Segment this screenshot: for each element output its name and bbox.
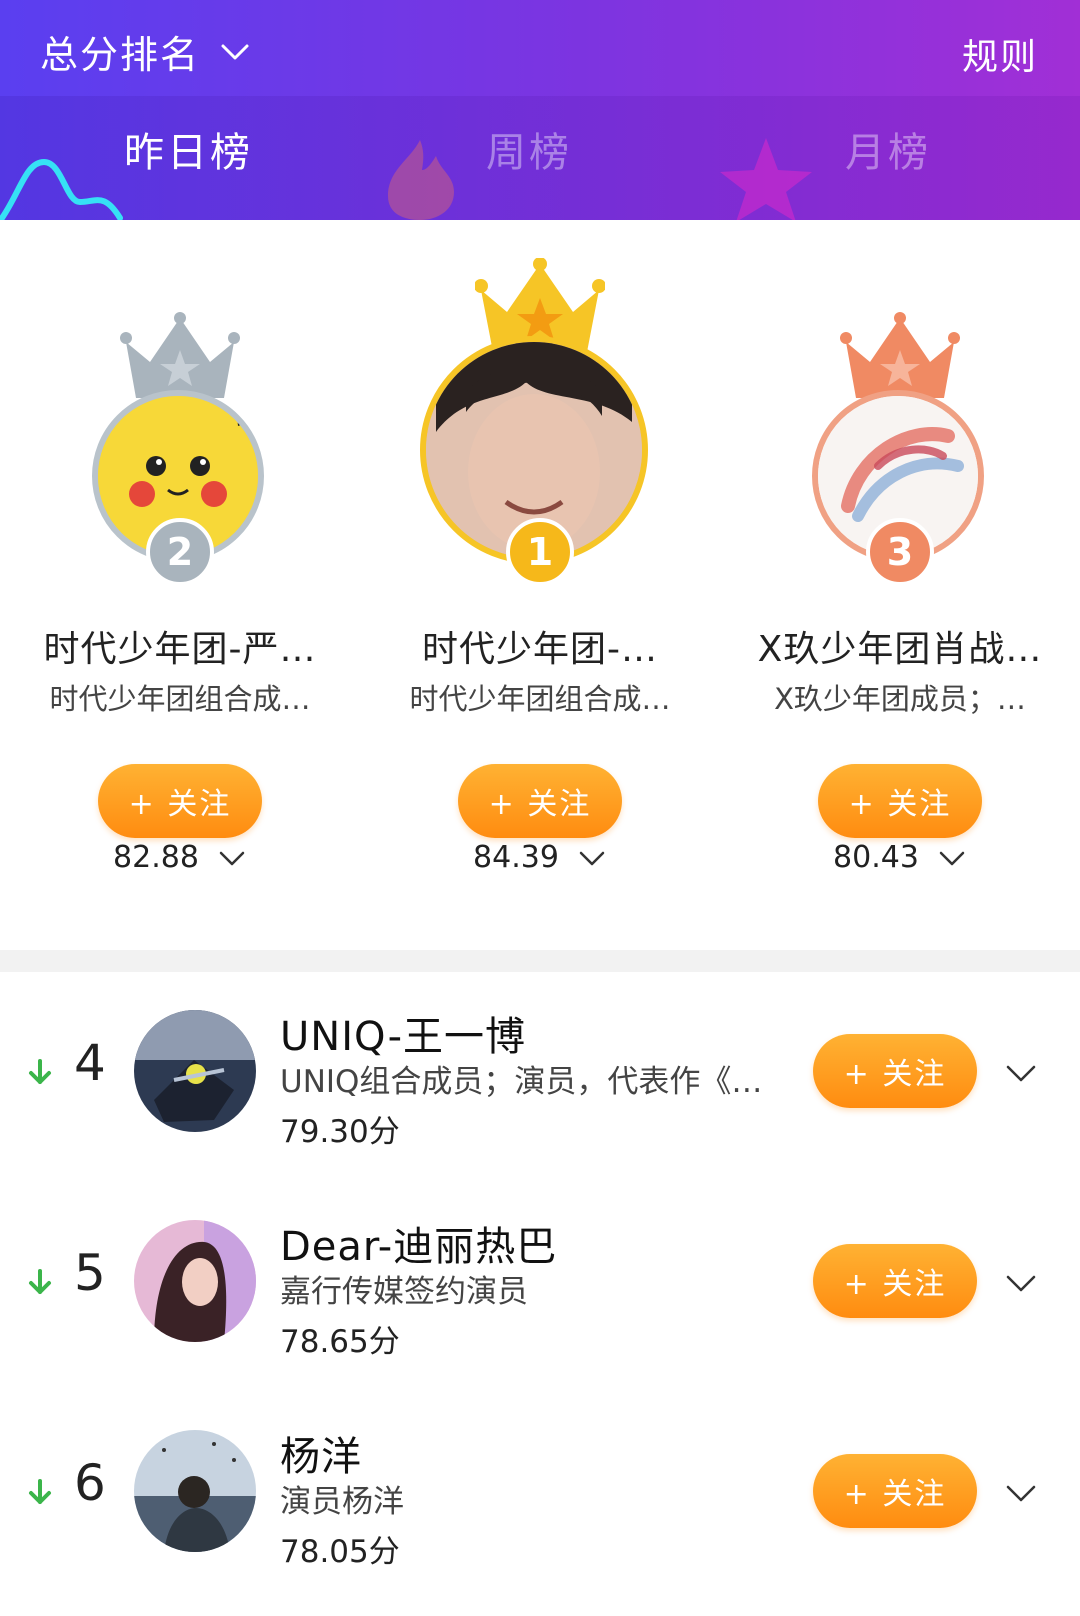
podium: 2 时代少年团-严… 时代少年团组合成… + 关注 82.88 1 时代少年团-…: [0, 220, 1080, 950]
sort-select[interactable]: 总分排名: [40, 24, 252, 79]
follow-button[interactable]: + 关注: [98, 764, 262, 838]
tab-yesterday[interactable]: 昨日榜: [124, 120, 253, 178]
row-name: Dear-迪丽热巴: [280, 1224, 558, 1270]
rank-number: 4: [74, 1034, 106, 1092]
rank-number: 5: [74, 1244, 106, 1302]
row-score: 78.05分: [280, 1534, 400, 1570]
chevron-down-icon: [219, 851, 245, 865]
rank-number: 6: [74, 1454, 106, 1512]
podium-name: 时代少年团-…: [422, 629, 658, 670]
tab-week[interactable]: 周榜: [486, 120, 572, 178]
header: 总分排名 规则 昨日榜 周榜 月榜: [0, 0, 1080, 220]
follow-button[interactable]: + 关注: [813, 1454, 977, 1528]
list-item[interactable]: 5 Dear-迪丽热巴 嘉行传媒签约演员 78.65分 + 关注: [0, 1200, 1080, 1410]
trend-down-icon: [29, 1059, 51, 1084]
list-item[interactable]: 4 UNIQ-王一博 UNIQ组合成员；演员，代表作《… 79.30分 + 关注: [0, 990, 1080, 1200]
podium-desc: 时代少年团组合成…: [49, 682, 311, 716]
follow-button[interactable]: + 关注: [813, 1034, 977, 1108]
row-name: UNIQ-王一博: [280, 1014, 527, 1060]
list-item[interactable]: 6 杨洋 演员杨洋 78.05分 + 关注: [0, 1410, 1080, 1616]
rules-link[interactable]: 规则: [962, 28, 1038, 80]
tab-month[interactable]: 月榜: [845, 120, 931, 178]
row-desc: 演员杨洋: [280, 1484, 404, 1520]
row-name: 杨洋: [280, 1434, 362, 1480]
score-value: 80.43: [833, 840, 919, 875]
chevron-down-icon: [579, 851, 605, 865]
trend-down-icon: [29, 1269, 51, 1294]
follow-button[interactable]: + 关注: [813, 1244, 977, 1318]
podium-name: 时代少年团-严…: [43, 629, 317, 670]
avatar[interactable]: [134, 1220, 256, 1342]
rank-medal: 3: [866, 518, 934, 586]
avatar[interactable]: [134, 1430, 256, 1552]
rank-medal: 1: [506, 518, 574, 586]
podium-desc: 时代少年团组合成…: [409, 682, 671, 716]
photo-avatar-icon: [134, 1220, 256, 1342]
chevron-down-icon: [939, 851, 965, 865]
podium-name: X玖少年团肖战…: [757, 629, 1043, 670]
follow-button[interactable]: + 关注: [458, 764, 622, 838]
score-row[interactable]: 82.88: [0, 840, 360, 875]
row-desc: 嘉行传媒签约演员: [280, 1274, 528, 1310]
tab-bar: 昨日榜 周榜 月榜: [0, 96, 1080, 220]
sort-label: 总分排名: [40, 33, 201, 77]
silver-crown-icon: [120, 312, 240, 398]
photo-avatar-icon: [134, 1430, 256, 1552]
score-value: 82.88: [113, 840, 199, 875]
top-bar: 总分排名 规则: [0, 0, 1080, 96]
row-score: 78.65分: [280, 1324, 400, 1360]
score-row[interactable]: 84.39: [360, 840, 720, 875]
chevron-down-icon: [221, 44, 249, 59]
row-desc: UNIQ组合成员；演员，代表作《…: [280, 1064, 763, 1100]
score-value: 84.39: [473, 840, 559, 875]
row-score: 79.30分: [280, 1114, 400, 1150]
chevron-down-icon[interactable]: [1004, 1056, 1038, 1090]
photo-avatar-icon: [134, 1010, 256, 1132]
section-divider: [0, 950, 1080, 972]
rank-medal: 2: [146, 518, 214, 586]
trend-down-icon: [29, 1479, 51, 1504]
flame-icon: [388, 140, 454, 220]
star-icon: [720, 138, 812, 220]
podium-desc: X玖少年团成员；…: [774, 682, 1026, 716]
follow-button[interactable]: + 关注: [818, 764, 982, 838]
avatar[interactable]: [134, 1010, 256, 1132]
chevron-down-icon[interactable]: [1004, 1266, 1038, 1300]
wave-icon: [0, 158, 123, 220]
score-row[interactable]: 80.43: [720, 840, 1080, 875]
bronze-crown-icon: [840, 312, 960, 398]
chevron-down-icon[interactable]: [1004, 1476, 1038, 1510]
